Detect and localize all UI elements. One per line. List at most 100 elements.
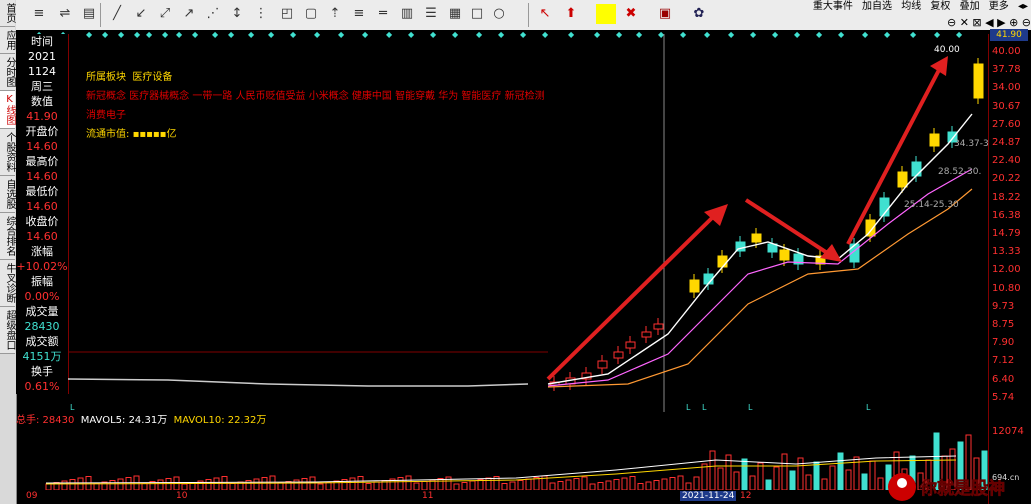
volume-bar (829, 465, 836, 490)
zoom-out-icon[interactable]: ⊖ (1022, 16, 1031, 29)
low-marker: L (686, 403, 691, 412)
menu-major-events[interactable]: 重大事件 (813, 1, 853, 12)
grid-icon[interactable]: ☰ (422, 5, 440, 23)
rectangle-icon[interactable]: ◰ (278, 5, 296, 23)
price-annotation: 40.00 (934, 45, 960, 55)
nav-timeshare[interactable]: 分时图 (0, 54, 15, 91)
data-label: 数值 (31, 95, 53, 108)
volume-bar (517, 480, 524, 490)
data-value: 14.60 (26, 200, 58, 213)
top-right-menu: 重大事件 加自选 均线 复权 叠加 更多 ◂▸ (809, 0, 1031, 14)
cross-icon[interactable]: ✕ (960, 16, 969, 29)
data-value: +10.02% (16, 260, 68, 273)
volume-bar (373, 481, 380, 490)
data-value: 14.60 (26, 170, 58, 183)
volume-legend: 总手: 28430 MAVOL5: 24.31万 MAVOL10: 22.32万 (16, 413, 988, 428)
horizontal-icon[interactable]: ═ (374, 5, 392, 23)
data-label: 最高价 (25, 155, 59, 168)
volume-chart[interactable] (16, 428, 988, 490)
nav-kline[interactable]: K线图 (0, 91, 15, 129)
volume-bar (749, 475, 756, 490)
volume-bar (117, 478, 124, 490)
arrow-icon[interactable]: ↗ (180, 5, 198, 23)
grid-icon[interactable]: ▦ (446, 5, 464, 23)
ray-icon[interactable]: ↙ (132, 5, 150, 23)
delete-icon[interactable]: ✖ (622, 5, 640, 23)
horizontal-icon[interactable]: ≡ (350, 5, 368, 23)
price-tick: 37.78 (992, 64, 1021, 76)
nav-apps[interactable]: 应用 (0, 27, 15, 54)
menu-more[interactable]: 更多 (989, 1, 1009, 12)
sector-label: 所属板块 (86, 72, 126, 83)
ma20-line (547, 188, 973, 388)
data-value: 28430 (24, 320, 60, 333)
data-label: 成交量 (25, 305, 59, 318)
circle-icon[interactable]: ○ (490, 5, 508, 23)
menu-add-watchlist[interactable]: 加自选 (862, 1, 892, 12)
pointer-icon[interactable]: ↖ (536, 5, 554, 23)
data-panel: 时间 2021 1124 周三 数值 41.90 开盘价 14.60 最高价 14.60 最低价 14… (16, 34, 69, 394)
data-label: 收盘价 (25, 215, 59, 228)
price-tick: 5.74 (992, 391, 1015, 403)
nav-left-icon[interactable]: ◀ (985, 16, 993, 29)
expand-icon[interactable]: ⊠ (972, 16, 981, 29)
volume-bar (621, 477, 628, 490)
price-tick: 16.38 (992, 209, 1021, 221)
sector-value: 医疗设备 (132, 72, 173, 83)
price-annotation: 25.14-25.30 (904, 200, 959, 210)
color-swatch[interactable] (596, 4, 616, 24)
pin-icon[interactable]: ◂▸ (1018, 1, 1028, 12)
volume-bar (869, 460, 876, 490)
vertical-line-icon[interactable]: ⋮ (252, 5, 270, 23)
data-value: 4151万 (22, 350, 62, 363)
market-cap-value: ▪▪▪▪▪亿 (132, 129, 177, 140)
vertical-line-icon[interactable]: ↕ (228, 5, 246, 23)
nav-diagnosis[interactable]: 牛叉诊断 (0, 260, 15, 307)
volume-bar (837, 452, 844, 490)
x-tick: 11 (422, 491, 434, 501)
nav-ranking[interactable]: 综合排名 (0, 213, 15, 260)
zoom-out-icon[interactable]: ⊖ (947, 16, 956, 29)
rect-corner-icon[interactable]: ▢ (302, 5, 320, 23)
nav-order-book[interactable]: 超级盘口 (0, 307, 15, 354)
volume-axis-top: 12074 (992, 426, 1024, 437)
low-marker: L (866, 403, 871, 412)
volume-bar (469, 480, 476, 490)
price-tick: 7.12 (992, 355, 1015, 367)
volume-total: 总手: 28430 (16, 415, 75, 426)
volume-bar (349, 477, 356, 490)
menu-overlay[interactable]: 叠加 (960, 1, 980, 12)
nav-home[interactable]: 首页 (0, 0, 15, 27)
volume-bar (813, 461, 820, 490)
volume-bar (773, 466, 780, 490)
volume-bar (253, 478, 260, 490)
volume-bar (261, 477, 268, 490)
menu-adjust[interactable]: 复权 (930, 1, 950, 12)
nav-watchlist[interactable]: 自选股 (0, 176, 15, 213)
text-icon[interactable]: ⇡ (326, 5, 344, 23)
arrow-up-icon[interactable]: ⬆ (562, 5, 580, 23)
volume-bar (845, 469, 852, 490)
volume-bar (653, 480, 660, 490)
price-tick: 13.33 (992, 246, 1021, 258)
volume-bar (765, 479, 772, 490)
gear-icon[interactable]: ✿ (690, 5, 708, 23)
nav-stock-info[interactable]: 个股资料 (0, 129, 15, 176)
cursor-icon[interactable]: ≡ (30, 5, 48, 23)
data-label: 成交额 (25, 335, 59, 348)
ray-icon[interactable]: ▤ (80, 5, 98, 23)
line-icon[interactable]: ⇌ (56, 5, 74, 23)
menu-ma[interactable]: 均线 (901, 1, 921, 12)
save-icon[interactable]: ▣ (656, 5, 674, 23)
concepts-2: 消费电子 (86, 110, 126, 121)
nav-right-icon[interactable]: ▶ (997, 16, 1005, 29)
zoom-in-icon[interactable]: ⊕ (1009, 16, 1018, 29)
arrow-line-icon[interactable]: ⤢ (156, 5, 174, 23)
x-tick: 12 (740, 491, 752, 501)
dot-icon[interactable]: ⋰ (204, 5, 222, 23)
grid-icon[interactable]: ▥ (398, 5, 416, 23)
volume-bar (669, 477, 676, 490)
line-icon[interactable]: ╱ (108, 5, 126, 23)
data-value: 1124 (28, 65, 56, 78)
rectangle-icon[interactable]: □ (468, 5, 486, 23)
